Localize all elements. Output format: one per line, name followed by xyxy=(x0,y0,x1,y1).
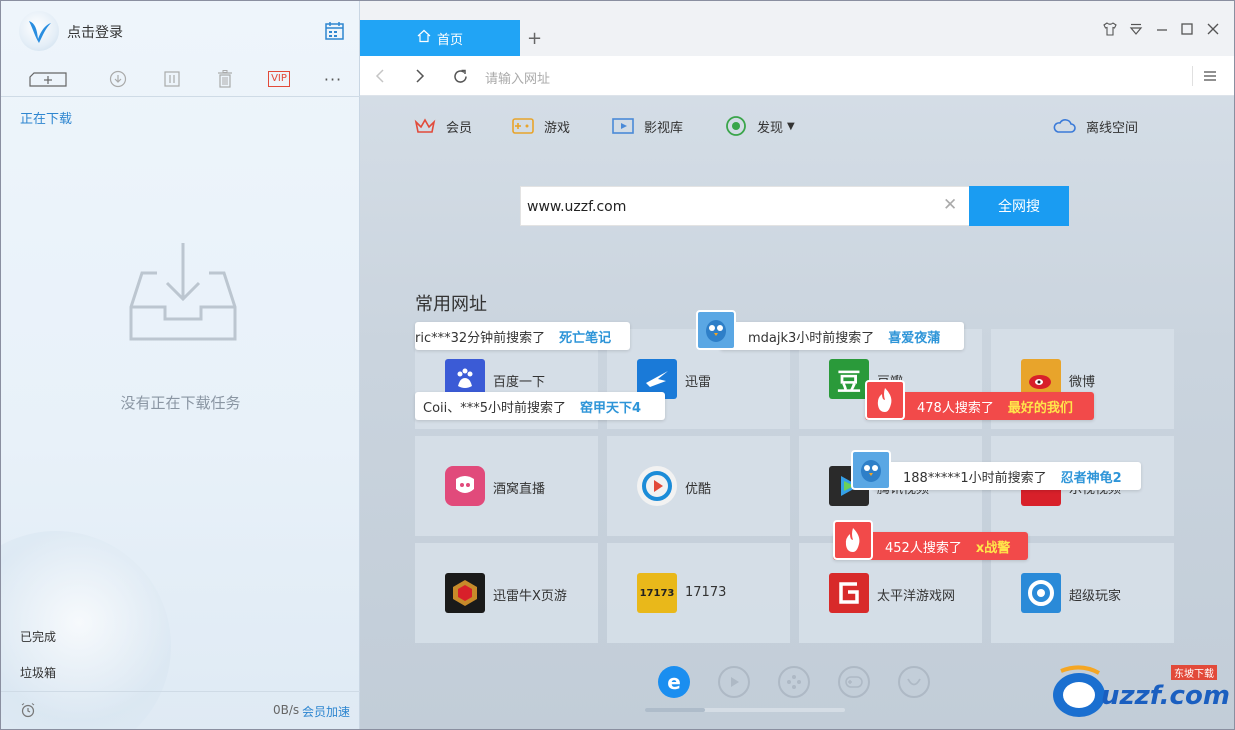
section-title: 常用网址 xyxy=(415,294,487,315)
avatar[interactable] xyxy=(19,11,59,51)
maximize-icon[interactable] xyxy=(1176,19,1198,39)
site-tile[interactable]: 迅雷牛X页游 xyxy=(415,543,598,643)
carousel-indicator[interactable] xyxy=(645,708,705,712)
empty-inbox-icon xyxy=(127,241,239,347)
search-input[interactable]: www.uzzf.com xyxy=(527,199,626,215)
controller-icon[interactable] xyxy=(838,666,870,698)
tab-bar: 首页 + xyxy=(360,1,1234,56)
nav-cloud[interactable]: 离线空间 xyxy=(1052,116,1138,136)
browser-area: 首页 + 请输入网址 会员 游戏 影视库 发现 ▼ 离线空间 www.uzzf.… xyxy=(360,1,1234,729)
watermark-subtext: 东坡下载 xyxy=(1171,665,1217,680)
login-label[interactable]: 点击登录 xyxy=(67,22,123,42)
search-ticker[interactable]: mdajk3小时前搜索了 喜爱夜蒲 xyxy=(720,322,964,350)
nav-discover[interactable]: 发现 ▼ xyxy=(725,116,795,136)
search-ticker[interactable]: ric***32分钟前搜索了 死亡笔记 xyxy=(415,322,630,350)
speed-readout: 0B/s xyxy=(273,703,300,717)
super-player-icon xyxy=(1021,573,1061,613)
start-page: 会员 游戏 影视库 发现 ▼ 离线空间 www.uzzf.com ✕ 全网搜 常… xyxy=(360,96,1234,729)
more-icon[interactable]: ··· xyxy=(321,67,345,91)
alarm-icon[interactable] xyxy=(20,702,36,722)
site-17173-icon: 17173 xyxy=(637,573,677,613)
close-icon[interactable] xyxy=(1202,19,1224,39)
refresh-icon[interactable] xyxy=(452,66,469,86)
crown-icon xyxy=(414,118,436,134)
webgame-icon xyxy=(445,573,485,613)
download-icon[interactable] xyxy=(107,67,129,91)
fire-icon xyxy=(865,380,905,420)
jiuwo-icon xyxy=(445,466,485,506)
address-bar: 请输入网址 xyxy=(360,56,1234,96)
search-button[interactable]: 全网搜 xyxy=(969,186,1069,226)
hamburger-menu-icon[interactable] xyxy=(1203,66,1217,86)
tab-home[interactable]: 首页 xyxy=(360,20,520,56)
youku-icon xyxy=(637,466,677,506)
app-window: 点击登录 VIP ··· 正在下载 没有正在下载任务 已完成 垃圾箱 0B/s … xyxy=(0,0,1235,730)
nav-member[interactable]: 会员 xyxy=(414,116,472,136)
smile-icon[interactable] xyxy=(898,666,930,698)
new-task-icon[interactable] xyxy=(27,67,69,91)
minimize-icon[interactable] xyxy=(1151,19,1173,39)
login-area[interactable]: 点击登录 xyxy=(1,1,360,61)
gamepad-icon[interactable] xyxy=(778,666,810,698)
compass-icon xyxy=(725,115,747,137)
nav-video[interactable]: 影视库 xyxy=(612,116,683,136)
search-ticker[interactable]: 188*****1小时前搜索了 忍者神龟2 xyxy=(873,462,1141,490)
divider xyxy=(1192,66,1193,86)
nav-games[interactable]: 游戏 xyxy=(512,116,570,136)
back-icon[interactable] xyxy=(374,66,386,86)
search-box[interactable]: www.uzzf.com ✕ xyxy=(520,186,970,226)
new-tab-button[interactable]: + xyxy=(527,29,542,49)
pause-icon[interactable] xyxy=(161,67,183,91)
clear-icon[interactable]: ✕ xyxy=(943,195,957,215)
cloud-icon xyxy=(1052,117,1076,135)
tab-label: 首页 xyxy=(436,32,463,48)
uzzf-watermark: uzzf.com 东坡下载 xyxy=(1051,661,1231,723)
empty-message: 没有正在下载任务 xyxy=(120,394,241,412)
site-tile[interactable]: 优酷 xyxy=(607,436,790,536)
forward-icon[interactable] xyxy=(414,66,426,86)
watermark-text: uzzf.com xyxy=(1101,681,1230,711)
site-tile[interactable]: 17173 17173 xyxy=(607,543,790,643)
skin-icon[interactable] xyxy=(1099,19,1121,39)
calendar-icon[interactable] xyxy=(324,21,346,41)
user-avatar xyxy=(851,450,891,490)
status-bar: 0B/s 会员加速 xyxy=(1,691,360,729)
game-icon xyxy=(512,117,534,135)
site-tile[interactable]: 酒窝直播 xyxy=(415,436,598,536)
browser-e-icon[interactable]: e xyxy=(658,666,690,698)
fire-icon xyxy=(833,520,873,560)
url-input[interactable]: 请输入网址 xyxy=(485,68,550,87)
home-icon xyxy=(417,29,431,47)
douban-icon: 豆 xyxy=(829,359,869,399)
menu-dropdown-icon[interactable] xyxy=(1125,19,1147,39)
search-ticker[interactable]: Coii、***5小时前搜索了 窑甲天下4 xyxy=(415,392,665,420)
delete-icon[interactable] xyxy=(214,67,236,91)
video-icon xyxy=(612,117,634,135)
bird-logo-icon xyxy=(29,21,51,43)
pcgames-icon xyxy=(829,573,869,613)
vip-icon[interactable]: VIP xyxy=(267,67,291,91)
play-icon[interactable] xyxy=(718,666,750,698)
user-avatar xyxy=(696,310,736,350)
chevron-down-icon: ▼ xyxy=(787,120,795,132)
downloading-tab[interactable]: 正在下载 xyxy=(20,108,72,127)
completed-tab[interactable]: 已完成 xyxy=(20,628,56,645)
download-panel: 点击登录 VIP ··· 正在下载 没有正在下载任务 已完成 垃圾箱 0B/s … xyxy=(1,1,360,729)
trash-tab[interactable]: 垃圾箱 xyxy=(20,664,56,681)
download-toolbar: VIP ··· xyxy=(1,61,360,97)
vip-speed-link[interactable]: 会员加速 xyxy=(302,703,350,720)
